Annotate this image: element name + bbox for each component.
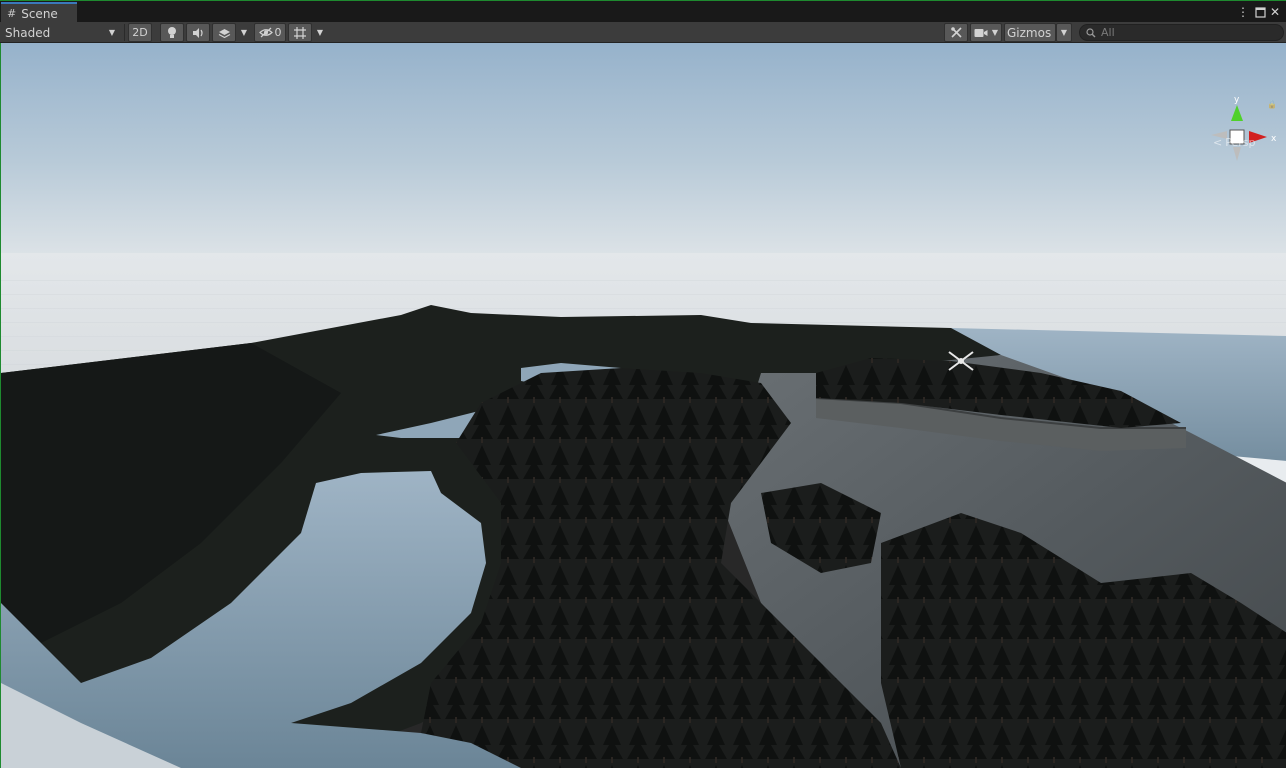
toolbar-divider <box>124 24 125 41</box>
lighting-toggle-button[interactable] <box>160 23 184 42</box>
search-icon <box>1086 27 1096 37</box>
lock-icon[interactable]: 🔒 <box>1267 100 1277 109</box>
projection-toggle[interactable]: < Persp <box>1213 136 1255 149</box>
orientation-gizmo[interactable]: y x 🔒 <box>1205 91 1283 171</box>
tab-scene-label: Scene <box>21 6 58 21</box>
chevron-down-icon: ▼ <box>991 28 999 37</box>
axis-y-label: y <box>1234 95 1240 105</box>
eye-slash-icon <box>258 27 273 38</box>
scene-viewport[interactable]: y x 🔒 < Persp <box>0 43 1286 768</box>
axis-y-cone[interactable] <box>1231 105 1243 121</box>
chevron-down-icon: ▼ <box>316 28 324 37</box>
speaker-icon <box>192 27 203 38</box>
maximize-icon[interactable] <box>1253 4 1267 22</box>
chevron-down-icon: ▼ <box>240 28 248 37</box>
chevron-left-icon: < <box>1213 136 1223 149</box>
scene-toolbar: Shaded ▼ 2D ▼ 0 ▼ ▼ Gizmos ▼ <box>0 22 1286 43</box>
lightbulb-icon <box>168 27 176 38</box>
close-icon[interactable]: ✕ <box>1268 4 1282 20</box>
camera-icon <box>974 28 988 37</box>
audio-toggle-button[interactable] <box>186 23 210 42</box>
effects-dropdown-button[interactable]: ▼ <box>237 23 251 42</box>
toggle-2d-label: 2D <box>132 26 148 39</box>
gizmos-label: Gizmos <box>1007 25 1052 40</box>
grid-toggle-button[interactable] <box>288 23 312 42</box>
axis-x-label: x <box>1271 134 1277 144</box>
shading-mode-dropdown[interactable]: Shaded ▼ <box>1 23 121 42</box>
camera-settings-button[interactable]: ▼ <box>970 23 1002 42</box>
tab-scene[interactable]: # Scene <box>1 2 77 23</box>
grid-hash-icon: # <box>7 7 17 20</box>
tools-wrench-icon <box>950 27 962 38</box>
chevron-down-icon: ▼ <box>108 28 115 37</box>
chevron-down-icon: ▼ <box>1060 28 1068 37</box>
tools-toggle-button[interactable] <box>944 23 968 42</box>
scene-render <box>1 43 1286 768</box>
search-input[interactable] <box>1101 26 1271 39</box>
more-options-icon[interactable]: ⋮ <box>1236 4 1250 20</box>
effects-layers-icon <box>218 28 230 38</box>
toggle-2d-button[interactable]: 2D <box>128 23 152 42</box>
grid-dropdown-button[interactable]: ▼ <box>313 23 327 42</box>
shading-mode-label: Shaded <box>5 25 51 40</box>
grid-snap-icon <box>294 26 306 39</box>
hidden-objects-count: 0 <box>274 26 282 39</box>
gizmos-dropdown-button[interactable]: ▼ <box>1056 23 1072 42</box>
gizmos-toggle-button[interactable]: Gizmos <box>1004 23 1056 42</box>
hidden-objects-toggle-button[interactable]: 0 <box>254 23 286 42</box>
effects-toggle-button[interactable] <box>212 23 236 42</box>
projection-label: Persp <box>1225 136 1256 149</box>
scene-search-field[interactable] <box>1079 24 1284 41</box>
scene-window-tabbar: # Scene ⋮ ✕ <box>0 0 1286 23</box>
